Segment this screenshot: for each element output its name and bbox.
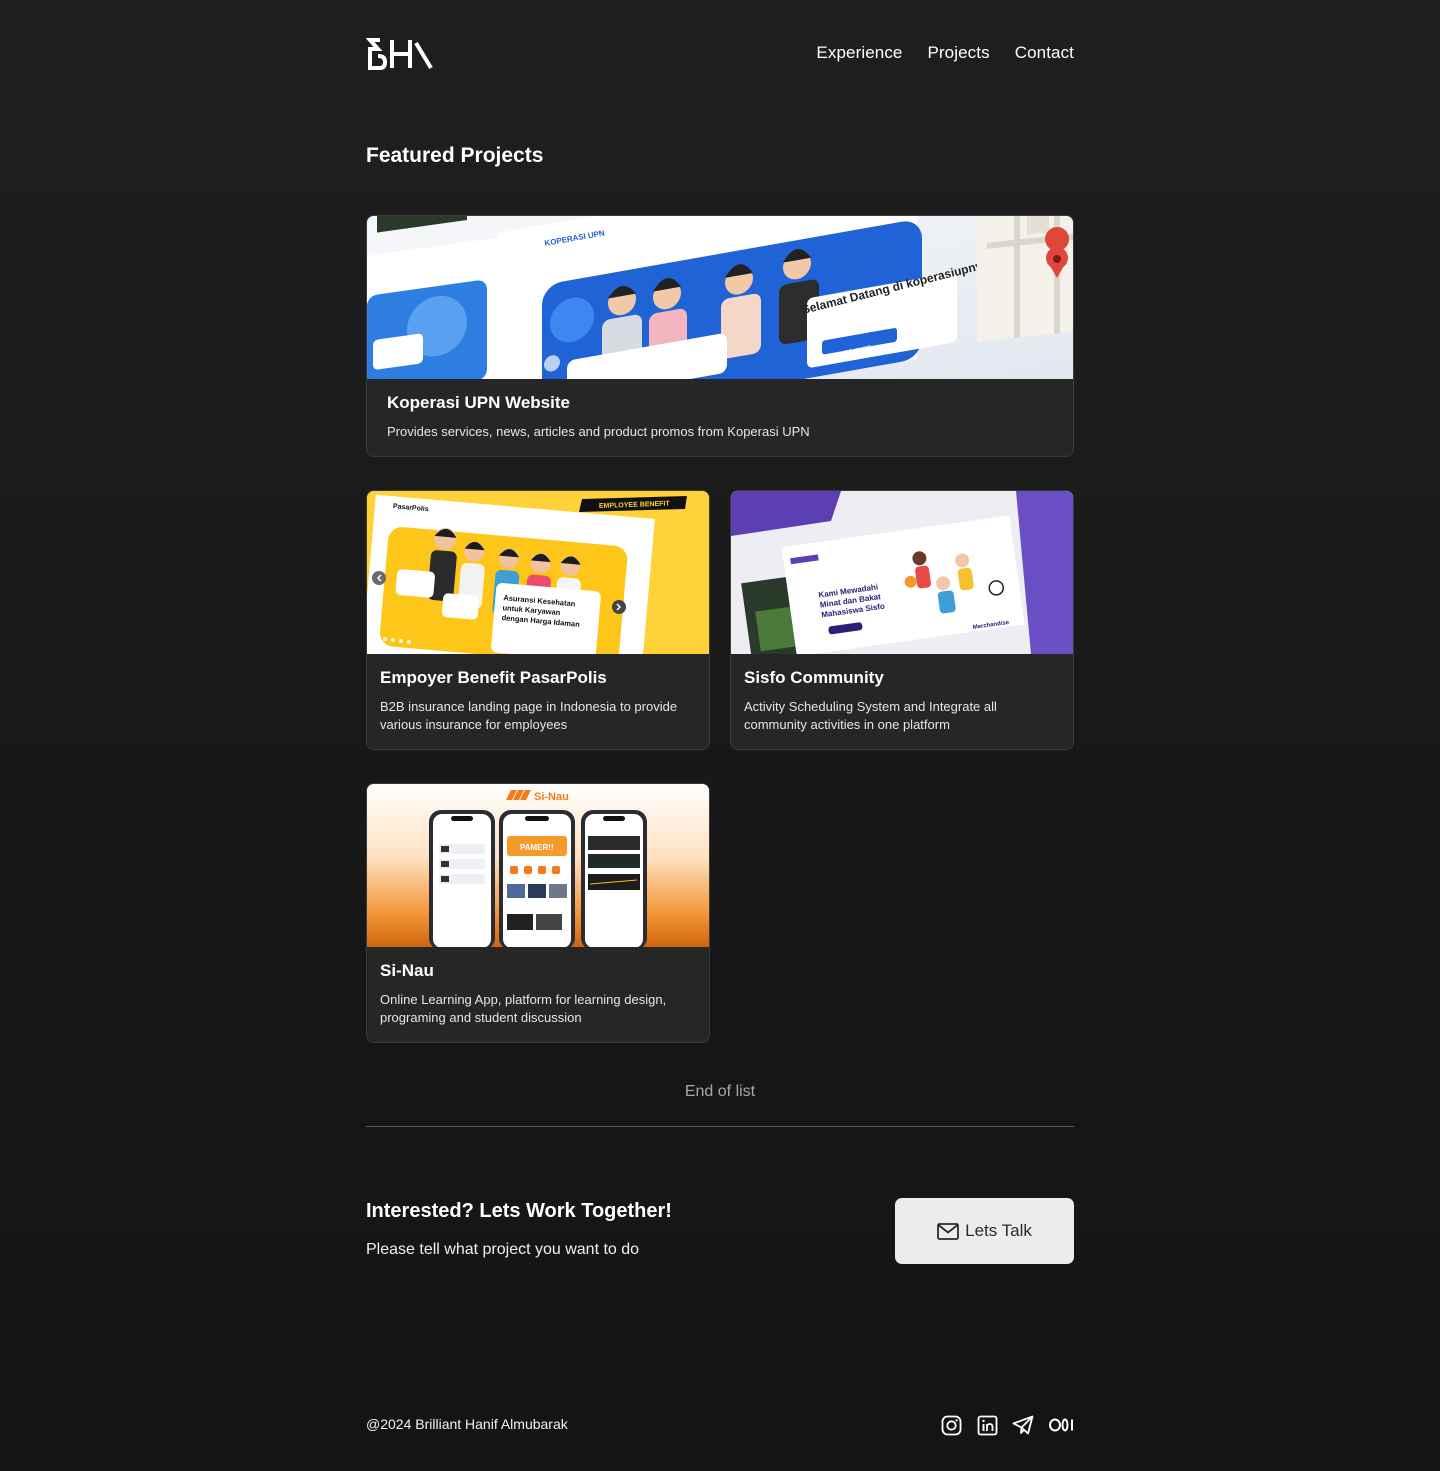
cta-title: Interested? Lets Work Together! (366, 1200, 672, 1222)
project-body-pasarpolis: Empoyer Benefit PasarPolis B2B insurance… (367, 654, 709, 734)
lets-talk-button[interactable]: Lets Talk (895, 1198, 1074, 1264)
pasarpolis-mockup-illustration: EMPLOYEE BENEFIT PasarPolis Asuransi Kes… (367, 491, 709, 654)
project-card-sinau[interactable]: Si-Nau PAMER!! Si-Nau Online Learning Ap… (366, 783, 710, 1043)
section-divider (366, 1126, 1074, 1127)
project-title: Si-Nau (380, 961, 434, 980)
sinau-brand-text: Si-Nau (534, 791, 569, 803)
main-nav: Experience Projects Contact (816, 43, 1074, 63)
nav-contact[interactable]: Contact (1015, 43, 1074, 63)
project-description: B2B insurance landing page in Indonesia … (380, 699, 678, 732)
project-card-pasarpolis[interactable]: EMPLOYEE BENEFIT PasarPolis Asuransi Kes… (366, 490, 710, 750)
project-thumbnail-pasarpolis: EMPLOYEE BENEFIT PasarPolis Asuransi Kes… (367, 491, 709, 654)
project-card-sisfo[interactable]: Kami Mewadahi Minat dan Bakat Mahasiswa … (730, 490, 1074, 750)
medium-icon[interactable] (1048, 1414, 1074, 1436)
project-thumbnail-sisfo: Kami Mewadahi Minat dan Bakat Mahasiswa … (731, 491, 1073, 654)
linkedin-icon[interactable] (976, 1414, 998, 1436)
project-body-sinau: Si-Nau Online Learning App, platform for… (367, 947, 709, 1027)
project-title: Koperasi UPN Website (387, 393, 570, 412)
social-links (940, 1414, 1074, 1436)
project-description: Provides services, news, articles and pr… (387, 424, 810, 439)
project-description: Activity Scheduling System and Integrate… (744, 699, 997, 732)
project-card-koperasi[interactable]: KOPERASI UPN Selamat Datang di koperasiu… (366, 215, 1074, 457)
project-body-sisfo: Sisfo Community Activity Scheduling Syst… (731, 654, 1073, 734)
cta-subtitle: Please tell what project you want to do (366, 1241, 640, 1258)
koperasi-mockup-illustration: KOPERASI UPN Selamat Datang di koperasiu… (367, 216, 1073, 379)
lets-talk-label: Lets Talk (965, 1221, 1032, 1240)
project-body-koperasi: Koperasi UPN Website Provides services, … (367, 379, 1073, 441)
mail-icon (937, 1222, 960, 1240)
project-title: Sisfo Community (744, 668, 884, 687)
nav-experience[interactable]: Experience (816, 43, 902, 63)
site-header: Experience Projects Contact (366, 36, 1074, 72)
instagram-icon[interactable] (940, 1414, 962, 1436)
sisfo-mockup-illustration: Kami Mewadahi Minat dan Bakat Mahasiswa … (731, 491, 1073, 654)
sinau-promo-text: PAMER!! (520, 843, 554, 852)
end-of-list-label: End of list (684, 1083, 756, 1100)
nav-projects[interactable]: Projects (927, 43, 989, 63)
project-thumbnail-sinau: Si-Nau PAMER!! (367, 784, 709, 947)
sinau-mockup-illustration: Si-Nau PAMER!! (367, 784, 709, 947)
logo-icon[interactable] (366, 38, 434, 70)
footer-copyright: @2024 Brilliant Hanif Almubarak (366, 1416, 568, 1432)
telegram-icon[interactable] (1012, 1414, 1034, 1436)
section-title: Featured Projects (366, 144, 544, 167)
project-title: Empoyer Benefit PasarPolis (380, 668, 607, 687)
project-description: Online Learning App, platform for learni… (380, 992, 667, 1025)
project-thumbnail-koperasi: KOPERASI UPN Selamat Datang di koperasiu… (367, 216, 1073, 379)
